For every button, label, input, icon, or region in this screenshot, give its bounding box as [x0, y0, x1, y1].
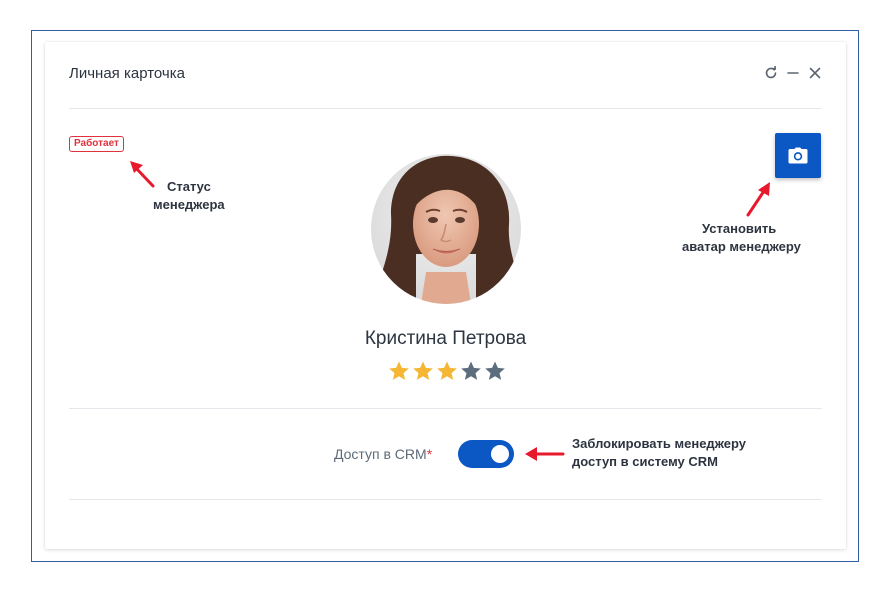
card-header-actions — [764, 66, 822, 80]
avatar-note-line2: аватар менеджеру — [682, 239, 801, 254]
close-icon[interactable] — [808, 66, 822, 80]
crm-annotation-arrow — [525, 447, 565, 461]
crm-access-toggle[interactable] — [458, 440, 514, 468]
avatar-annotation-arrow — [746, 182, 770, 217]
set-avatar-button[interactable] — [775, 133, 821, 178]
avatar-photo — [371, 154, 521, 304]
star-empty-icon — [485, 361, 505, 380]
avatar-note-line1: Установить — [702, 221, 777, 236]
status-badge: Работает — [69, 136, 124, 152]
crm-note-line1: Заблокировать менеджеру — [572, 436, 746, 451]
status-note-line2: менеджера — [153, 197, 225, 212]
status-note-line1: Статус — [167, 179, 211, 194]
crm-annotation: Заблокировать менеджеру доступ в систему… — [572, 435, 746, 471]
required-mark: * — [426, 446, 433, 462]
minimize-icon[interactable] — [786, 66, 800, 80]
star-filled-icon — [413, 361, 433, 380]
camera-icon — [788, 147, 808, 164]
crm-access-label-text: Доступ в CRM — [334, 446, 427, 462]
crm-access-label: Доступ в CRM* — [334, 446, 432, 462]
avatar-annotation: Установить аватар менеджеру — [682, 220, 801, 256]
star-filled-icon — [437, 361, 457, 380]
profile-divider — [69, 408, 822, 409]
refresh-icon[interactable] — [764, 66, 778, 80]
manager-rating — [388, 360, 506, 382]
header-divider — [69, 108, 822, 109]
status-annotation: Статус менеджера — [153, 178, 225, 214]
crm-note-line2: доступ в систему CRM — [572, 454, 719, 469]
manager-card: Личная карточка Работает Статус менеджер… — [45, 42, 846, 549]
star-empty-icon — [461, 361, 481, 380]
card-title: Личная карточка — [69, 65, 185, 82]
star-filled-icon — [389, 361, 409, 380]
manager-name: Кристина Петрова — [364, 328, 527, 349]
crm-access-toggle-knob — [491, 445, 509, 463]
footer-divider — [69, 499, 822, 500]
manager-avatar — [371, 154, 521, 304]
